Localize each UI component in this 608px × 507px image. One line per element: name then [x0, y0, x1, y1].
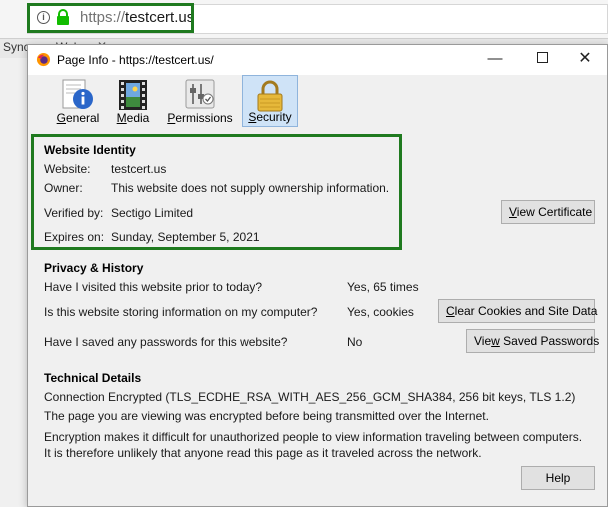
page-info-dialog: Page Info - https://testcert.us/ — ✕ Gen… [27, 44, 608, 507]
help-button[interactable]: Help [521, 466, 595, 490]
url-highlight-box [27, 3, 194, 33]
tab-security[interactable]: Security [242, 75, 298, 127]
firefox-icon [36, 52, 51, 67]
tab-media-label: Media [116, 111, 150, 125]
tab-media[interactable]: Media [102, 75, 164, 127]
visited-question: Have I visited this website prior to tod… [44, 280, 263, 294]
privacy-history-heading: Privacy & History [44, 261, 144, 275]
background-page [0, 58, 27, 507]
website-identity-heading: Website Identity [44, 143, 136, 157]
website-value: testcert.us [111, 162, 167, 176]
verified-by-label: Verified by: [44, 206, 104, 220]
encryption-explanation-line2: It is therefore unlikely that anyone rea… [44, 446, 482, 460]
close-button[interactable]: ✕ [570, 48, 600, 70]
dialog-title: Page Info - https://testcert.us/ [57, 53, 214, 67]
expires-label: Expires on: [44, 230, 105, 244]
tab-permissions[interactable]: Permissions [162, 75, 238, 127]
minimize-button[interactable]: — [480, 48, 510, 70]
storing-answer: Yes, cookies [347, 305, 414, 319]
passwords-answer: No [347, 335, 363, 349]
close-icon: ✕ [578, 50, 592, 67]
view-saved-passwords-button[interactable]: View Saved Passwords [466, 329, 599, 353]
technical-details-heading: Technical Details [44, 371, 142, 385]
security-panel: Website Identity Website: testcert.us Ow… [31, 133, 600, 501]
tab-general[interactable]: General [47, 75, 109, 127]
tab-security-label: Security [248, 110, 292, 124]
tab-permissions-label: Permissions [167, 111, 233, 125]
owner-value: This website does not supply ownership i… [111, 181, 390, 195]
website-label: Website: [44, 162, 91, 176]
owner-label: Owner: [44, 181, 83, 195]
info-icon [62, 79, 93, 109]
passwords-question: Have I saved any passwords for this webs… [44, 335, 288, 349]
visited-answer: Yes, 65 times [347, 280, 419, 294]
view-certificate-button[interactable]: View Certificate [501, 200, 595, 224]
clear-cookies-button[interactable]: Clear Cookies and Site Data [438, 299, 597, 323]
expires-value: Sunday, September 5, 2021 [111, 230, 260, 244]
connection-encrypted-text: Connection Encrypted (TLS_ECDHE_RSA_WITH… [44, 390, 576, 404]
encrypted-transmission-text: The page you are viewing was encrypted b… [44, 409, 489, 423]
maximize-icon [536, 52, 548, 63]
dialog-titlebar: Page Info - https://testcert.us/ — ✕ [28, 45, 607, 75]
storing-question: Is this website storing information on m… [44, 305, 318, 319]
background-tab-sync[interactable]: Sync [3, 40, 30, 54]
tab-general-label: General [56, 111, 100, 125]
permissions-icon [185, 79, 215, 109]
encryption-explanation-line1: Encryption makes it difficult for unauth… [44, 430, 583, 444]
verified-by-value: Sectigo Limited [111, 206, 194, 220]
padlock-icon [257, 80, 283, 112]
minimize-icon: — [487, 50, 503, 67]
media-icon [119, 80, 147, 110]
maximize-button[interactable] [527, 48, 557, 70]
